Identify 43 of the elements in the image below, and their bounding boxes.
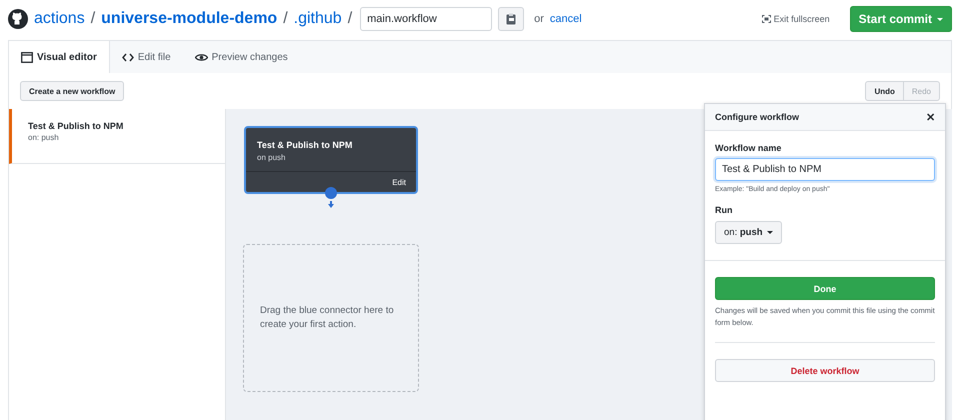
eye-icon bbox=[194, 52, 208, 62]
path-separator: / bbox=[283, 10, 288, 28]
start-commit-button[interactable]: Start commit bbox=[850, 6, 952, 32]
node-trigger: on push bbox=[257, 153, 286, 162]
tab[interactable]: Edit file bbox=[110, 41, 183, 73]
window-icon bbox=[21, 52, 33, 62]
connector-handle[interactable] bbox=[325, 187, 337, 199]
create-workflow-button[interactable]: Create a new workflow bbox=[20, 81, 124, 101]
workflow-node[interactable]: Test & Publish to NPM on push Edit bbox=[244, 126, 418, 194]
filename-field[interactable]: main.workflow bbox=[360, 7, 492, 31]
caret-icon bbox=[766, 231, 773, 234]
clipboard-button[interactable] bbox=[498, 7, 524, 31]
field-label: Workflow name bbox=[715, 143, 782, 153]
undo-button[interactable]: Undo bbox=[865, 81, 904, 101]
cancel-link[interactable]: cancel bbox=[550, 13, 582, 25]
trigger-dropdown[interactable]: on: push bbox=[715, 221, 782, 244]
node-title: Test & Publish to NPM bbox=[257, 140, 352, 150]
octocat-logo-icon[interactable] bbox=[8, 9, 28, 29]
down-arrow-icon bbox=[328, 201, 334, 208]
panel-title: Configure workflow bbox=[715, 112, 799, 122]
clipboard-icon bbox=[506, 13, 516, 25]
exit-fullscreen-button[interactable]: Exit fullscreen bbox=[756, 13, 836, 25]
caret-icon bbox=[937, 18, 943, 20]
path-separator: / bbox=[348, 10, 352, 28]
tab[interactable]: Preview changes bbox=[182, 41, 300, 73]
field-label: Run bbox=[715, 205, 734, 215]
breadcrumb-link[interactable]: actions bbox=[34, 10, 85, 28]
close-button[interactable]: ✕ bbox=[926, 110, 935, 124]
done-button[interactable]: Done bbox=[715, 277, 935, 300]
code-icon bbox=[122, 52, 134, 62]
edit-button[interactable]: Edit bbox=[392, 178, 406, 187]
screen-icon bbox=[762, 15, 771, 23]
delete-workflow-button[interactable]: Delete workflow bbox=[715, 359, 935, 382]
drop-zone[interactable]: Drag the blue connector here to create your first action. bbox=[243, 244, 419, 392]
tab[interactable]: Visual editor bbox=[9, 41, 110, 73]
drop-zone-text: Drag the blue connector here to create your first action. bbox=[260, 304, 395, 332]
repository-link[interactable]: universe-module-demo bbox=[101, 10, 278, 28]
breadcrumb-link[interactable]: .github bbox=[294, 10, 342, 28]
path-separator: / bbox=[90, 10, 96, 28]
workflow-trigger: on: push bbox=[28, 133, 60, 142]
or-text: or bbox=[534, 13, 544, 25]
workflow-name-field[interactable]: Test & Publish to NPM bbox=[715, 158, 935, 181]
workflow-title: Test & Publish to NPM bbox=[28, 121, 124, 131]
